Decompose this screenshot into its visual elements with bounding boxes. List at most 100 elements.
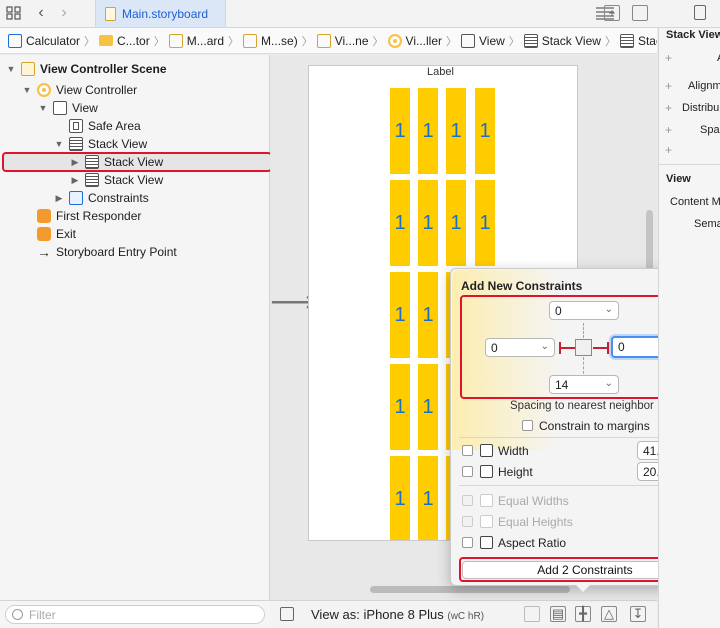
outline-item-safe-area[interactable]: Safe Area — [54, 117, 141, 135]
disclosure-open-icon[interactable]: ▼ — [38, 103, 48, 113]
outline-item-scene[interactable]: ▼ View Controller Scene — [6, 60, 167, 78]
breadcrumb-item[interactable]: M...se) — [243, 33, 298, 48]
align-icon[interactable]: ▤ — [550, 606, 566, 622]
height-constraint-icon — [480, 465, 493, 478]
calculator-key[interactable]: 1 — [418, 272, 438, 358]
disclosure-closed-icon[interactable]: ▶ — [70, 157, 80, 168]
add-variation-icon[interactable]: + — [665, 51, 672, 65]
calculator-key[interactable]: 1 — [418, 456, 438, 540]
resolve-issues-icon[interactable]: △ — [601, 606, 617, 622]
constraints-icon — [69, 191, 83, 205]
constrain-margins-checkbox[interactable] — [522, 420, 533, 431]
breadcrumb-separator: 〉 — [372, 35, 384, 48]
equal-heights-label: Equal Heights — [498, 515, 573, 529]
outline-item-stack-view-selected[interactable]: ▶ Stack View — [70, 153, 163, 171]
storyboard-icon — [168, 33, 183, 48]
scene-icon — [316, 33, 331, 48]
disclosure-open-icon[interactable]: ▼ — [6, 64, 16, 74]
spacing-note: Spacing to nearest neighbor — [510, 400, 654, 412]
toggle-outline-icon[interactable] — [280, 607, 294, 621]
add-editor-icon[interactable]: + — [604, 5, 620, 21]
chevron-down-icon[interactable]: ⌄ — [605, 304, 613, 315]
tab-label: Main.storyboard — [122, 6, 209, 21]
calculator-key[interactable]: 1 — [475, 180, 495, 266]
calculator-key[interactable]: 1 — [390, 456, 410, 540]
outline-item-stack-view[interactable]: ▶ Stack View — [70, 171, 163, 189]
add-constraints-icon[interactable]: ╋ — [575, 606, 591, 622]
outline-item-first-responder[interactable]: First Responder — [22, 207, 141, 225]
outline-item-view[interactable]: ▼ View — [38, 99, 98, 117]
breadcrumb-item[interactable]: Vi...ller — [387, 33, 442, 48]
add-variation-icon[interactable]: + — [665, 123, 672, 137]
view-icon — [53, 101, 67, 115]
related-items-grid-icon[interactable] — [5, 5, 23, 21]
top-constraint-strut[interactable] — [583, 323, 584, 338]
scene-icon — [21, 62, 35, 76]
disclosure-open-icon[interactable]: ▼ — [54, 139, 64, 149]
breadcrumb-item[interactable]: View — [461, 33, 505, 48]
add-variation-icon[interactable]: + — [665, 79, 672, 93]
outline-item-exit[interactable]: Exit — [22, 225, 76, 243]
equal-widths-checkbox[interactable] — [462, 495, 473, 506]
width-checkbox[interactable] — [462, 445, 473, 456]
calculator-key[interactable]: 1 — [418, 88, 438, 174]
calculator-key[interactable]: 1 — [390, 180, 410, 266]
breadcrumb-separator: 〉 — [84, 35, 96, 48]
height-label: Height — [498, 465, 533, 479]
bottom-constraint-strut[interactable] — [583, 357, 584, 374]
breadcrumb-separator: 〉 — [446, 35, 457, 48]
calculator-key[interactable]: 1 — [390, 364, 410, 450]
folder-icon — [99, 35, 114, 46]
label-element[interactable]: Label — [427, 66, 454, 78]
leading-spacing-field[interactable]: 0 ⌄ — [485, 338, 555, 357]
chevron-down-icon[interactable]: ⌄ — [541, 341, 549, 352]
disclosure-open-icon[interactable]: ▼ — [22, 85, 32, 95]
outline-item-constraints[interactable]: ▶ Constraints — [54, 189, 149, 207]
breadcrumb-item[interactable]: Calculator — [8, 33, 80, 48]
calculator-key[interactable]: 1 — [390, 88, 410, 174]
equal-heights-checkbox[interactable] — [462, 516, 473, 527]
update-frames-icon[interactable]: ↧ — [630, 606, 646, 622]
outline-item-stack-view[interactable]: ▼ Stack View — [54, 135, 147, 153]
breadcrumb-separator: 〉 — [228, 35, 240, 48]
breadcrumb-item[interactable]: Vi...ne — [316, 33, 369, 48]
embed-in-icon[interactable] — [524, 606, 540, 622]
height-checkbox[interactable] — [462, 466, 473, 477]
bottom-spacing-field[interactable]: 14 ⌄ — [549, 375, 619, 394]
stack-view-icon — [69, 137, 83, 151]
aspect-ratio-checkbox[interactable] — [462, 537, 473, 548]
calculator-key[interactable]: 1 — [475, 88, 495, 174]
calculator-key[interactable]: 1 — [446, 88, 466, 174]
calculator-key[interactable]: 1 — [418, 180, 438, 266]
disclosure-closed-icon[interactable]: ▶ — [70, 175, 80, 186]
file-inspector-icon[interactable] — [694, 5, 706, 20]
add-variation-icon[interactable]: + — [665, 143, 672, 157]
breadcrumb-item[interactable]: Stack View — [619, 33, 657, 48]
filter-input[interactable]: Filter — [5, 605, 265, 624]
split-editor-icon[interactable] — [632, 5, 648, 21]
top-spacing-field[interactable]: 0 ⌄ — [549, 301, 619, 320]
view-as-device[interactable]: View as: iPhone 8 Plus (wC hR) — [311, 607, 484, 622]
leading-constraint-strut[interactable] — [559, 347, 575, 349]
back-arrow-icon[interactable]: ‹ — [34, 3, 48, 23]
stack-view-icon — [523, 33, 538, 48]
width-constraint-icon — [480, 444, 493, 457]
breadcrumb-item[interactable]: M...ard — [168, 33, 224, 48]
disclosure-closed-icon[interactable]: ▶ — [54, 193, 64, 204]
add-variation-icon[interactable]: + — [665, 101, 672, 115]
constrain-margins-label: Constrain to margins — [539, 419, 650, 433]
chevron-down-icon[interactable]: ⌄ — [605, 378, 613, 389]
safe-area-icon — [69, 119, 83, 133]
tab-main-storyboard[interactable]: Main.storyboard — [95, 0, 226, 27]
outline-item-view-controller[interactable]: ▼ View Controller — [22, 81, 137, 99]
breadcrumb-item[interactable]: C...tor — [99, 34, 150, 48]
outline-item-entry-point[interactable]: → Storyboard Entry Point — [22, 243, 177, 261]
breadcrumb-item[interactable]: Stack View — [523, 33, 601, 48]
calculator-key[interactable]: 1 — [446, 180, 466, 266]
calculator-key[interactable]: 1 — [390, 272, 410, 358]
horizontal-scrollbar[interactable] — [370, 586, 570, 593]
calculator-key[interactable]: 1 — [418, 364, 438, 450]
forward-arrow-icon[interactable]: › — [57, 3, 71, 23]
stack-view-icon — [85, 173, 99, 187]
first-responder-icon — [37, 209, 51, 223]
